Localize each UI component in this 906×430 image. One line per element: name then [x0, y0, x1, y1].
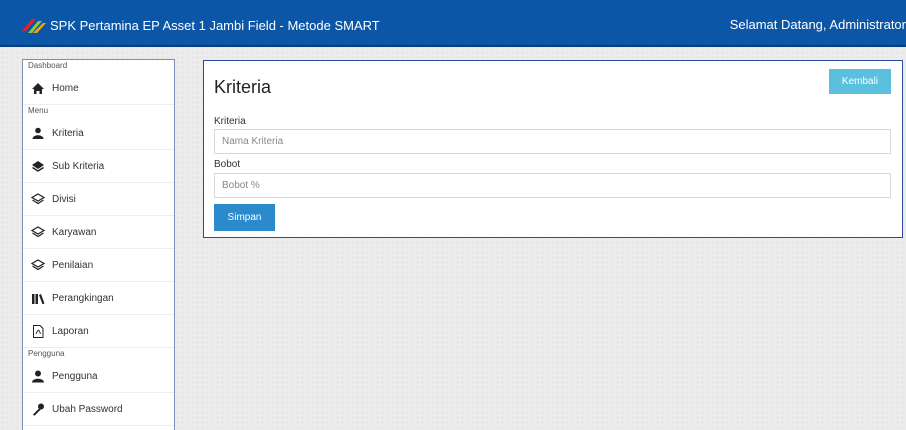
sidebar-item-laporan[interactable]: Laporan: [23, 315, 174, 348]
sidebar-heading-dashboard: Dashboard: [28, 61, 68, 70]
sidebar-item-label: Pengguna: [52, 370, 98, 382]
sidebar-item-label: Karyawan: [52, 226, 97, 238]
bobot-input[interactable]: [214, 173, 891, 198]
brand-title: SPK Pertamina EP Asset 1 Jambi Field - M…: [50, 17, 380, 33]
sidebar-heading-pengguna: Pengguna: [28, 349, 65, 358]
sidebar-heading-menu: Menu: [28, 106, 49, 115]
bobot-label: Bobot: [214, 159, 241, 170]
sidebar-item-kriteria[interactable]: Kriteria: [23, 117, 174, 150]
top-navbar: SPK Pertamina EP Asset 1 Jambi Field - M…: [0, 0, 906, 47]
sidebar-item-label: Kriteria: [52, 127, 84, 139]
sidebar-item-label: Divisi: [52, 193, 76, 205]
pdf-file-icon: [33, 324, 44, 338]
layer-icon: [32, 160, 44, 172]
sidebar-item-label: Home: [52, 82, 79, 94]
sidebar-item-perangkingan[interactable]: Perangkingan: [23, 282, 174, 315]
nama-kriteria-input[interactable]: [214, 129, 891, 154]
user-icon: [32, 370, 44, 382]
layers-icon: [31, 225, 45, 237]
sidebar-item-label: Perangkingan: [52, 292, 114, 304]
welcome-text: Selamat Datang, Administrator: [729, 17, 906, 32]
wrench-icon: [33, 403, 44, 416]
sidebar-item-ubah-password[interactable]: Ubah Password: [23, 393, 174, 426]
sidebar-item-label: Laporan: [52, 325, 89, 337]
back-button[interactable]: Kembali: [829, 69, 891, 94]
sidebar-item-pengguna[interactable]: Pengguna: [23, 360, 174, 393]
sidebar-item-divisi[interactable]: Divisi: [23, 183, 174, 216]
save-button[interactable]: Simpan: [214, 204, 275, 231]
home-icon: [32, 82, 44, 94]
ranking-icon: [32, 293, 45, 304]
sidebar-item-home[interactable]: Home: [23, 72, 174, 105]
brand[interactable]: SPK Pertamina EP Asset 1 Jambi Field - M…: [20, 15, 380, 35]
layers-icon: [31, 192, 45, 204]
sidebar-item-label: Penilaian: [52, 259, 94, 271]
layers-icon: [31, 258, 45, 270]
sidebar-item-karyawan[interactable]: Karyawan: [23, 216, 174, 249]
sidebar-item-penilaian[interactable]: Penilaian: [23, 249, 174, 282]
sidebar: Dashboard Home Menu Kriteria Sub Kriteri…: [22, 59, 175, 430]
sidebar-item-sub-kriteria[interactable]: Sub Kriteria: [23, 150, 174, 183]
kriteria-label: Kriteria: [214, 116, 246, 127]
sidebar-item-label: Ubah Password: [52, 403, 123, 415]
pertamina-logo-icon: [22, 19, 46, 33]
sidebar-item-label: Sub Kriteria: [52, 160, 105, 172]
page-title: Kriteria: [214, 77, 272, 97]
users-icon: [32, 127, 44, 139]
kriteria-form-panel: Kriteria Kembali Kriteria Bobot Simpan: [203, 60, 903, 238]
